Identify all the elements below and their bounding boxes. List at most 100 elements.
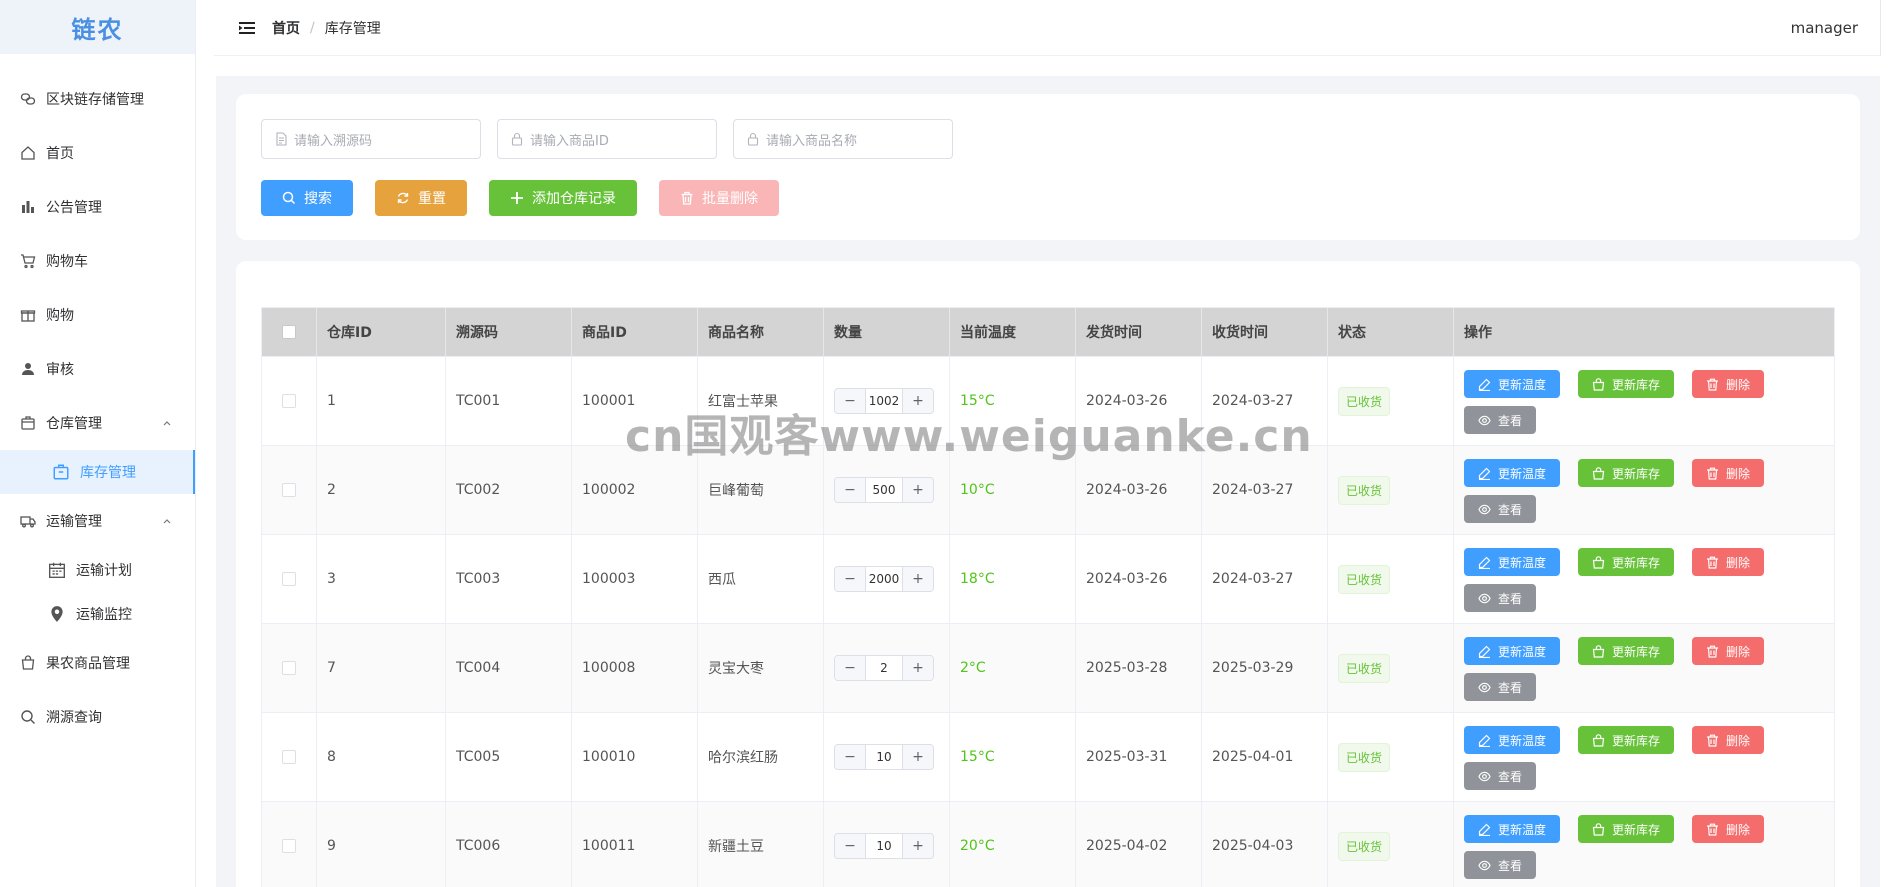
increment-button[interactable]: + [903,567,933,591]
temperature-value: 10°C [960,482,995,498]
sidebar-item-blockchain[interactable]: 区块链存储管理 [0,72,195,126]
sidebar-item-farm-products[interactable]: 果农商品管理 [0,636,195,690]
update-stock-button[interactable]: 更新库存 [1578,726,1674,754]
sidebar-item-notice[interactable]: 公告管理 [0,180,195,234]
delete-label: 删除 [1725,822,1750,837]
view-button[interactable]: 查看 [1464,495,1536,523]
reset-button[interactable]: 重置 [375,180,467,216]
delete-button[interactable]: 删除 [1692,370,1764,398]
delete-button[interactable]: 删除 [1692,459,1764,487]
update-temperature-button[interactable]: 更新温度 [1464,815,1560,843]
trace-code-input[interactable]: 请输入溯源码 [261,119,481,159]
batch-delete-button[interactable]: 批量删除 [659,180,779,216]
sidebar-item-transport[interactable]: 运输管理 [0,494,195,548]
product-name-input[interactable]: 请输入商品名称 [733,119,953,159]
trash-icon [1706,645,1719,658]
update-temperature-button[interactable]: 更新温度 [1464,459,1560,487]
sidebar-item-label: 库存管理 [80,465,136,481]
update-temperature-button[interactable]: 更新温度 [1464,548,1560,576]
quantity-value[interactable]: 10 [865,834,903,858]
decrement-button[interactable]: − [835,834,865,858]
sidebar-item-cart[interactable]: 购物车 [0,234,195,288]
update-temperature-button[interactable]: 更新温度 [1464,637,1560,665]
delete-button[interactable]: 删除 [1692,548,1764,576]
update-stock-button[interactable]: 更新库存 [1578,637,1674,665]
update-temperature-button[interactable]: 更新温度 [1464,726,1560,754]
quantity-value[interactable]: 10 [865,745,903,769]
update-stock-label: 更新库存 [1611,644,1660,659]
transport-submenu: 运输计划 运输监控 [0,548,195,636]
row-checkbox[interactable] [282,394,296,408]
decrement-button[interactable]: − [835,745,865,769]
eye-icon [1478,592,1491,605]
row-checkbox[interactable] [282,839,296,853]
delete-button[interactable]: 删除 [1692,815,1764,843]
bag-icon [1592,466,1605,480]
view-button[interactable]: 查看 [1464,673,1536,701]
select-all-checkbox[interactable] [282,325,296,339]
update-stock-button[interactable]: 更新库存 [1578,459,1674,487]
plus-icon [510,191,524,205]
sidebar-menu: 区块链存储管理 首页 公告管理 购物车 购物 审核 仓库管理 库存管理 运输管理… [0,54,195,744]
trace-code-placeholder: 请输入溯源码 [294,133,373,149]
column-header: 商品ID [572,308,698,356]
row-checkbox[interactable] [282,572,296,586]
decrement-button[interactable]: − [835,478,865,502]
update-stock-button[interactable]: 更新库存 [1578,370,1674,398]
quantity-value[interactable]: 2 [865,656,903,680]
ship-time-cell: 2024-03-26 [1076,535,1202,623]
ship-time-cell: 2025-03-31 [1076,713,1202,801]
quantity-cell: − 2000 + [824,535,950,623]
table-header: 仓库ID 溯源码 商品ID 商品名称 数量 当前温度 发货时间 收货时间 状态 … [262,308,1834,356]
view-button[interactable]: 查看 [1464,406,1536,434]
increment-button[interactable]: + [903,834,933,858]
sidebar-item-warehouse[interactable]: 仓库管理 [0,396,195,450]
chevron-up-icon [161,417,173,429]
sidebar-item-home[interactable]: 首页 [0,126,195,180]
delete-button[interactable]: 删除 [1692,637,1764,665]
status-cell: 已收货 [1328,624,1454,712]
quantity-stepper: − 10 + [834,744,934,770]
quantity-cell: − 10 + [824,713,950,801]
increment-button[interactable]: + [903,656,933,680]
increment-button[interactable]: + [903,478,933,502]
view-button[interactable]: 查看 [1464,584,1536,612]
receive-time-cell: 2024-03-27 [1202,535,1328,623]
row-checkbox[interactable] [282,483,296,497]
search-icon [20,709,36,725]
product-id-placeholder: 请输入商品ID [530,133,609,149]
ship-time-cell: 2025-04-02 [1076,802,1202,887]
search-button[interactable]: 搜索 [261,180,353,216]
user-menu[interactable]: manager [1791,19,1858,37]
sidebar-item-shop[interactable]: 购物 [0,288,195,342]
sidebar-item-label: 审核 [46,362,74,378]
sidebar-item-transport-monitor[interactable]: 运输监控 [0,592,195,636]
menu-fold-icon[interactable] [238,19,256,37]
update-temperature-button[interactable]: 更新温度 [1464,370,1560,398]
sidebar-item-inventory[interactable]: 库存管理 [0,450,195,494]
view-button[interactable]: 查看 [1464,762,1536,790]
warehouse-id-cell: 2 [317,446,446,534]
view-label: 查看 [1497,502,1522,517]
sidebar-item-audit[interactable]: 审核 [0,342,195,396]
view-button[interactable]: 查看 [1464,851,1536,879]
row-checkbox[interactable] [282,750,296,764]
update-stock-button[interactable]: 更新库存 [1578,548,1674,576]
row-checkbox[interactable] [282,661,296,675]
delete-button[interactable]: 删除 [1692,726,1764,754]
product-id-cell: 100003 [572,535,698,623]
breadcrumb-home[interactable]: 首页 [272,18,300,38]
trash-icon [1706,734,1719,747]
product-id-input[interactable]: 请输入商品ID [497,119,717,159]
quantity-value[interactable]: 2000 [865,567,903,591]
sidebar-item-transport-plan[interactable]: 运输计划 [0,548,195,592]
decrement-button[interactable]: − [835,567,865,591]
decrement-button[interactable]: − [835,656,865,680]
quantity-value[interactable]: 500 [865,478,903,502]
edit-icon [1478,378,1491,391]
status-badge: 已收货 [1338,386,1391,416]
sidebar-item-trace-query[interactable]: 溯源查询 [0,690,195,744]
add-record-button[interactable]: 添加仓库记录 [489,180,637,216]
update-stock-button[interactable]: 更新库存 [1578,815,1674,843]
increment-button[interactable]: + [903,745,933,769]
